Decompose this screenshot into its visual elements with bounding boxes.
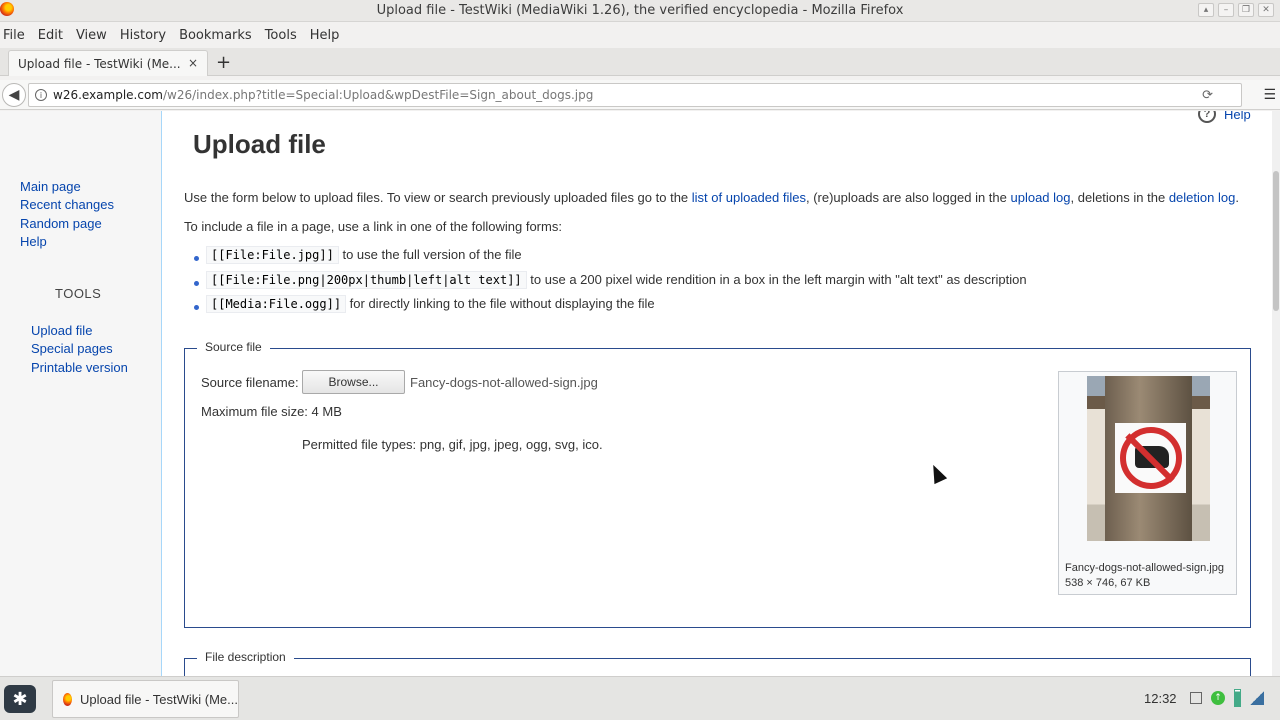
- uploaded-files-link[interactable]: list of uploaded files: [692, 190, 806, 205]
- sidebar-item-help[interactable]: Help: [20, 234, 47, 249]
- window-controls: ▴ – ❐ ✕: [1198, 3, 1274, 17]
- help-question-icon: ?: [1198, 111, 1216, 123]
- file-preview-thumbnail: Fancy-dogs-not-allowed-sign.jpg 538 × 74…: [1058, 371, 1237, 595]
- thumbnail-filename: Fancy-dogs-not-allowed-sign.jpg: [1065, 562, 1224, 574]
- thumbnail-info: 538 × 746, 67 KB: [1065, 577, 1151, 589]
- close-icon[interactable]: ✕: [1258, 3, 1274, 17]
- back-arrow-icon[interactable]: ◀: [2, 83, 26, 107]
- list-item-desc: for directly linking to the file without…: [349, 296, 655, 311]
- selected-filename: Fancy-dogs-not-allowed-sign.jpg: [410, 375, 598, 390]
- firefox-icon: [63, 692, 73, 706]
- menubar: File Edit View History Bookmarks Tools H…: [0, 24, 1280, 46]
- menu-help[interactable]: Help: [310, 28, 340, 43]
- navigation-bar: ◀ i w26.example.com/w26/index.php?title=…: [0, 80, 1280, 110]
- upload-log-link[interactable]: upload log: [1011, 190, 1071, 205]
- permitted-file-types: Permitted file types: png, gif, jpg, jpe…: [302, 437, 603, 452]
- list-item: [[File:File.png|200px|thumb|left|alt tex…: [206, 271, 1027, 289]
- intro-text-d: .: [1235, 190, 1239, 205]
- intro-text-a: Use the form below to upload files. To v…: [184, 190, 689, 205]
- help-link[interactable]: ? Help: [1198, 111, 1251, 123]
- firefox-logo-icon: [0, 2, 14, 16]
- bullet-icon: [194, 281, 199, 286]
- intro-text: Use the form below to upload files. To v…: [184, 190, 1239, 205]
- sidebar: Main page Recent changes Random page Hel…: [0, 111, 161, 676]
- intro-text-b: , (re)uploads are also logged in the: [805, 190, 1007, 205]
- list-item: [[File:File.jpg]] to use the full versio…: [206, 246, 522, 264]
- sidebar-item-printable-version[interactable]: Printable version: [31, 360, 128, 375]
- system-tray: ↑: [1190, 689, 1264, 707]
- taskbar-item-label: Upload file - TestWiki (Me...: [80, 691, 238, 707]
- menu-file[interactable]: File: [3, 28, 25, 43]
- thumbnail-caption: Fancy-dogs-not-allowed-sign.jpg 538 × 74…: [1065, 562, 1224, 589]
- menu-history[interactable]: History: [120, 28, 166, 43]
- code-snippet: [[File:File.png|200px|thumb|left|alt tex…: [206, 271, 527, 289]
- intro-text-c: , deletions in the: [1070, 190, 1166, 205]
- code-snippet: [[Media:File.ogg]]: [206, 295, 347, 313]
- clock: 12:32: [1144, 691, 1177, 706]
- menu-tools[interactable]: Tools: [265, 28, 297, 43]
- list-item: [[Media:File.ogg]] for directly linking …: [206, 295, 655, 313]
- max-file-size: Maximum file size: 4 MB: [201, 404, 342, 419]
- scrollbar-thumb[interactable]: [1273, 171, 1279, 311]
- url-domain: w26.example.com: [53, 88, 163, 102]
- url-text: w26.example.com/w26/index.php?title=Spec…: [53, 88, 593, 102]
- tab-bar: Upload file - TestWiki (Me... × +: [0, 48, 1280, 76]
- sidebar-item-main-page[interactable]: Main page: [20, 179, 81, 194]
- list-item-desc: to use the full version of the file: [342, 247, 522, 262]
- window-up-icon[interactable]: ▴: [1198, 3, 1214, 17]
- menu-view[interactable]: View: [76, 28, 107, 43]
- taskbar-item-firefox[interactable]: Upload file - TestWiki (Me...: [52, 680, 239, 718]
- page-scrollbar[interactable]: [1272, 111, 1280, 676]
- minimize-icon[interactable]: –: [1218, 3, 1234, 17]
- hamburger-menu-icon[interactable]: ☰: [1263, 87, 1276, 103]
- page-title: Upload file: [193, 129, 326, 159]
- menu-bookmarks[interactable]: Bookmarks: [179, 28, 252, 43]
- file-description-legend: File description: [197, 650, 294, 664]
- browse-button[interactable]: Browse...: [302, 370, 405, 394]
- url-bar[interactable]: i w26.example.com/w26/index.php?title=Sp…: [28, 83, 1242, 107]
- include-instructions: To include a file in a page, use a link …: [184, 219, 562, 234]
- tab-title: Upload file - TestWiki (Me...: [18, 56, 181, 71]
- code-snippet: [[File:File.jpg]]: [206, 246, 339, 264]
- url-path: /w26/index.php?title=Special:Upload&wpDe…: [163, 88, 594, 102]
- start-menu-icon[interactable]: ✱: [4, 685, 36, 713]
- taskbar: ✱ Upload file - TestWiki (Me... 12:32 ↑: [0, 676, 1280, 720]
- page-viewport: Main page Recent changes Random page Hel…: [0, 111, 1280, 676]
- window-icon[interactable]: [1190, 692, 1202, 704]
- sidebar-item-special-pages[interactable]: Special pages: [31, 341, 113, 356]
- reload-icon[interactable]: ⟳: [1202, 88, 1213, 103]
- deletion-log-link[interactable]: deletion log: [1169, 190, 1236, 205]
- update-icon[interactable]: ↑: [1211, 691, 1225, 705]
- file-description-fieldset: [184, 658, 1251, 676]
- tools-heading: TOOLS: [55, 286, 102, 301]
- menu-edit[interactable]: Edit: [38, 28, 63, 43]
- preview-image: [1087, 376, 1210, 541]
- source-file-legend: Source file: [197, 340, 270, 354]
- battery-icon[interactable]: [1234, 689, 1241, 707]
- source-filename-label: Source filename:: [201, 375, 299, 390]
- tab-upload-file[interactable]: Upload file - TestWiki (Me... ×: [8, 50, 208, 76]
- tab-close-icon[interactable]: ×: [188, 56, 198, 70]
- bullet-icon: [194, 256, 199, 261]
- list-item-desc: to use a 200 pixel wide rendition in a b…: [530, 272, 1027, 287]
- sidebar-item-random-page[interactable]: Random page: [20, 216, 102, 231]
- help-link-label: Help: [1224, 111, 1251, 122]
- new-tab-icon[interactable]: +: [216, 52, 231, 73]
- window-titlebar: Upload file - TestWiki (MediaWiki 1.26),…: [0, 0, 1280, 22]
- sidebar-item-upload-file[interactable]: Upload file: [31, 323, 92, 338]
- info-icon[interactable]: i: [35, 89, 47, 101]
- maximize-icon[interactable]: ❐: [1238, 3, 1254, 17]
- window-title: Upload file - TestWiki (MediaWiki 1.26),…: [376, 3, 904, 18]
- bullet-icon: [194, 305, 199, 310]
- network-signal-icon[interactable]: [1250, 691, 1264, 705]
- main-content: ? Help Upload file Use the form below to…: [161, 111, 1272, 676]
- sidebar-item-recent-changes[interactable]: Recent changes: [20, 197, 114, 212]
